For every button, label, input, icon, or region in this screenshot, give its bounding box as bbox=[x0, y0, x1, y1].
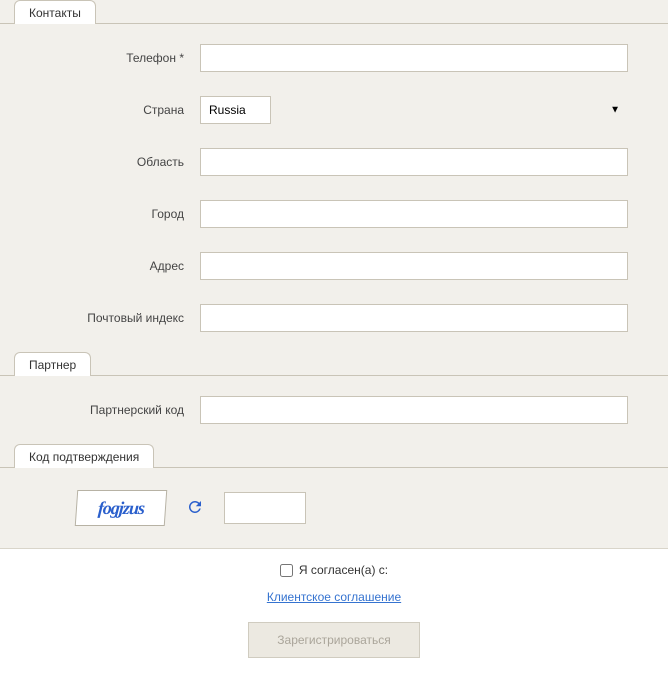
section-title-partner: Партнер bbox=[29, 358, 76, 372]
row-phone: Телефон * bbox=[40, 44, 628, 72]
captcha-field[interactable] bbox=[224, 492, 306, 524]
captcha-section: fogjzus bbox=[0, 468, 668, 548]
agreement-line[interactable]: Я согласен(а) с: bbox=[280, 563, 388, 577]
partner-section: Партнерский код bbox=[0, 376, 668, 444]
row-country: Страна Russia ▼ bbox=[40, 96, 628, 124]
city-field[interactable] bbox=[200, 200, 628, 228]
row-city: Город bbox=[40, 200, 628, 228]
row-address: Адрес bbox=[40, 252, 628, 280]
address-field[interactable] bbox=[200, 252, 628, 280]
partner-code-field[interactable] bbox=[200, 396, 628, 424]
captcha-image: fogjzus bbox=[75, 490, 168, 526]
region-field[interactable] bbox=[200, 148, 628, 176]
refresh-captcha-button[interactable] bbox=[186, 498, 204, 519]
label-country: Страна bbox=[40, 103, 200, 117]
label-city: Город bbox=[40, 207, 200, 221]
row-partner-code: Партнерский код bbox=[40, 396, 628, 424]
country-select[interactable]: Russia bbox=[200, 96, 271, 124]
section-tab-partner: Партнер bbox=[14, 352, 91, 376]
phone-field[interactable] bbox=[200, 44, 628, 72]
section-title-captcha: Код подтверждения bbox=[29, 450, 139, 464]
agreement-block: Я согласен(а) с: Клиентское соглашение З… bbox=[0, 548, 668, 682]
section-tab-captcha: Код подтверждения bbox=[14, 444, 154, 468]
row-zip: Почтовый индекс bbox=[40, 304, 628, 332]
refresh-icon bbox=[186, 498, 204, 516]
row-region: Область bbox=[40, 148, 628, 176]
label-phone: Телефон * bbox=[40, 51, 200, 65]
label-zip: Почтовый индекс bbox=[40, 311, 200, 325]
submit-button[interactable]: Зарегистрироваться bbox=[248, 622, 419, 658]
agreement-checkbox[interactable] bbox=[280, 564, 293, 577]
label-partner-code: Партнерский код bbox=[40, 403, 200, 417]
agreement-label: Я согласен(а) с: bbox=[299, 563, 388, 577]
label-address: Адрес bbox=[40, 259, 200, 273]
captcha-text: fogjzus bbox=[97, 498, 144, 519]
label-region: Область bbox=[40, 155, 200, 169]
contacts-section: Телефон * Страна Russia ▼ Область Город … bbox=[0, 24, 668, 352]
section-title-contacts: Контакты bbox=[29, 6, 81, 20]
submit-label: Зарегистрироваться bbox=[277, 633, 390, 647]
section-tab-contacts: Контакты bbox=[14, 0, 96, 24]
chevron-down-icon: ▼ bbox=[610, 105, 620, 116]
zip-field[interactable] bbox=[200, 304, 628, 332]
agreement-link[interactable]: Клиентское соглашение bbox=[20, 590, 648, 604]
